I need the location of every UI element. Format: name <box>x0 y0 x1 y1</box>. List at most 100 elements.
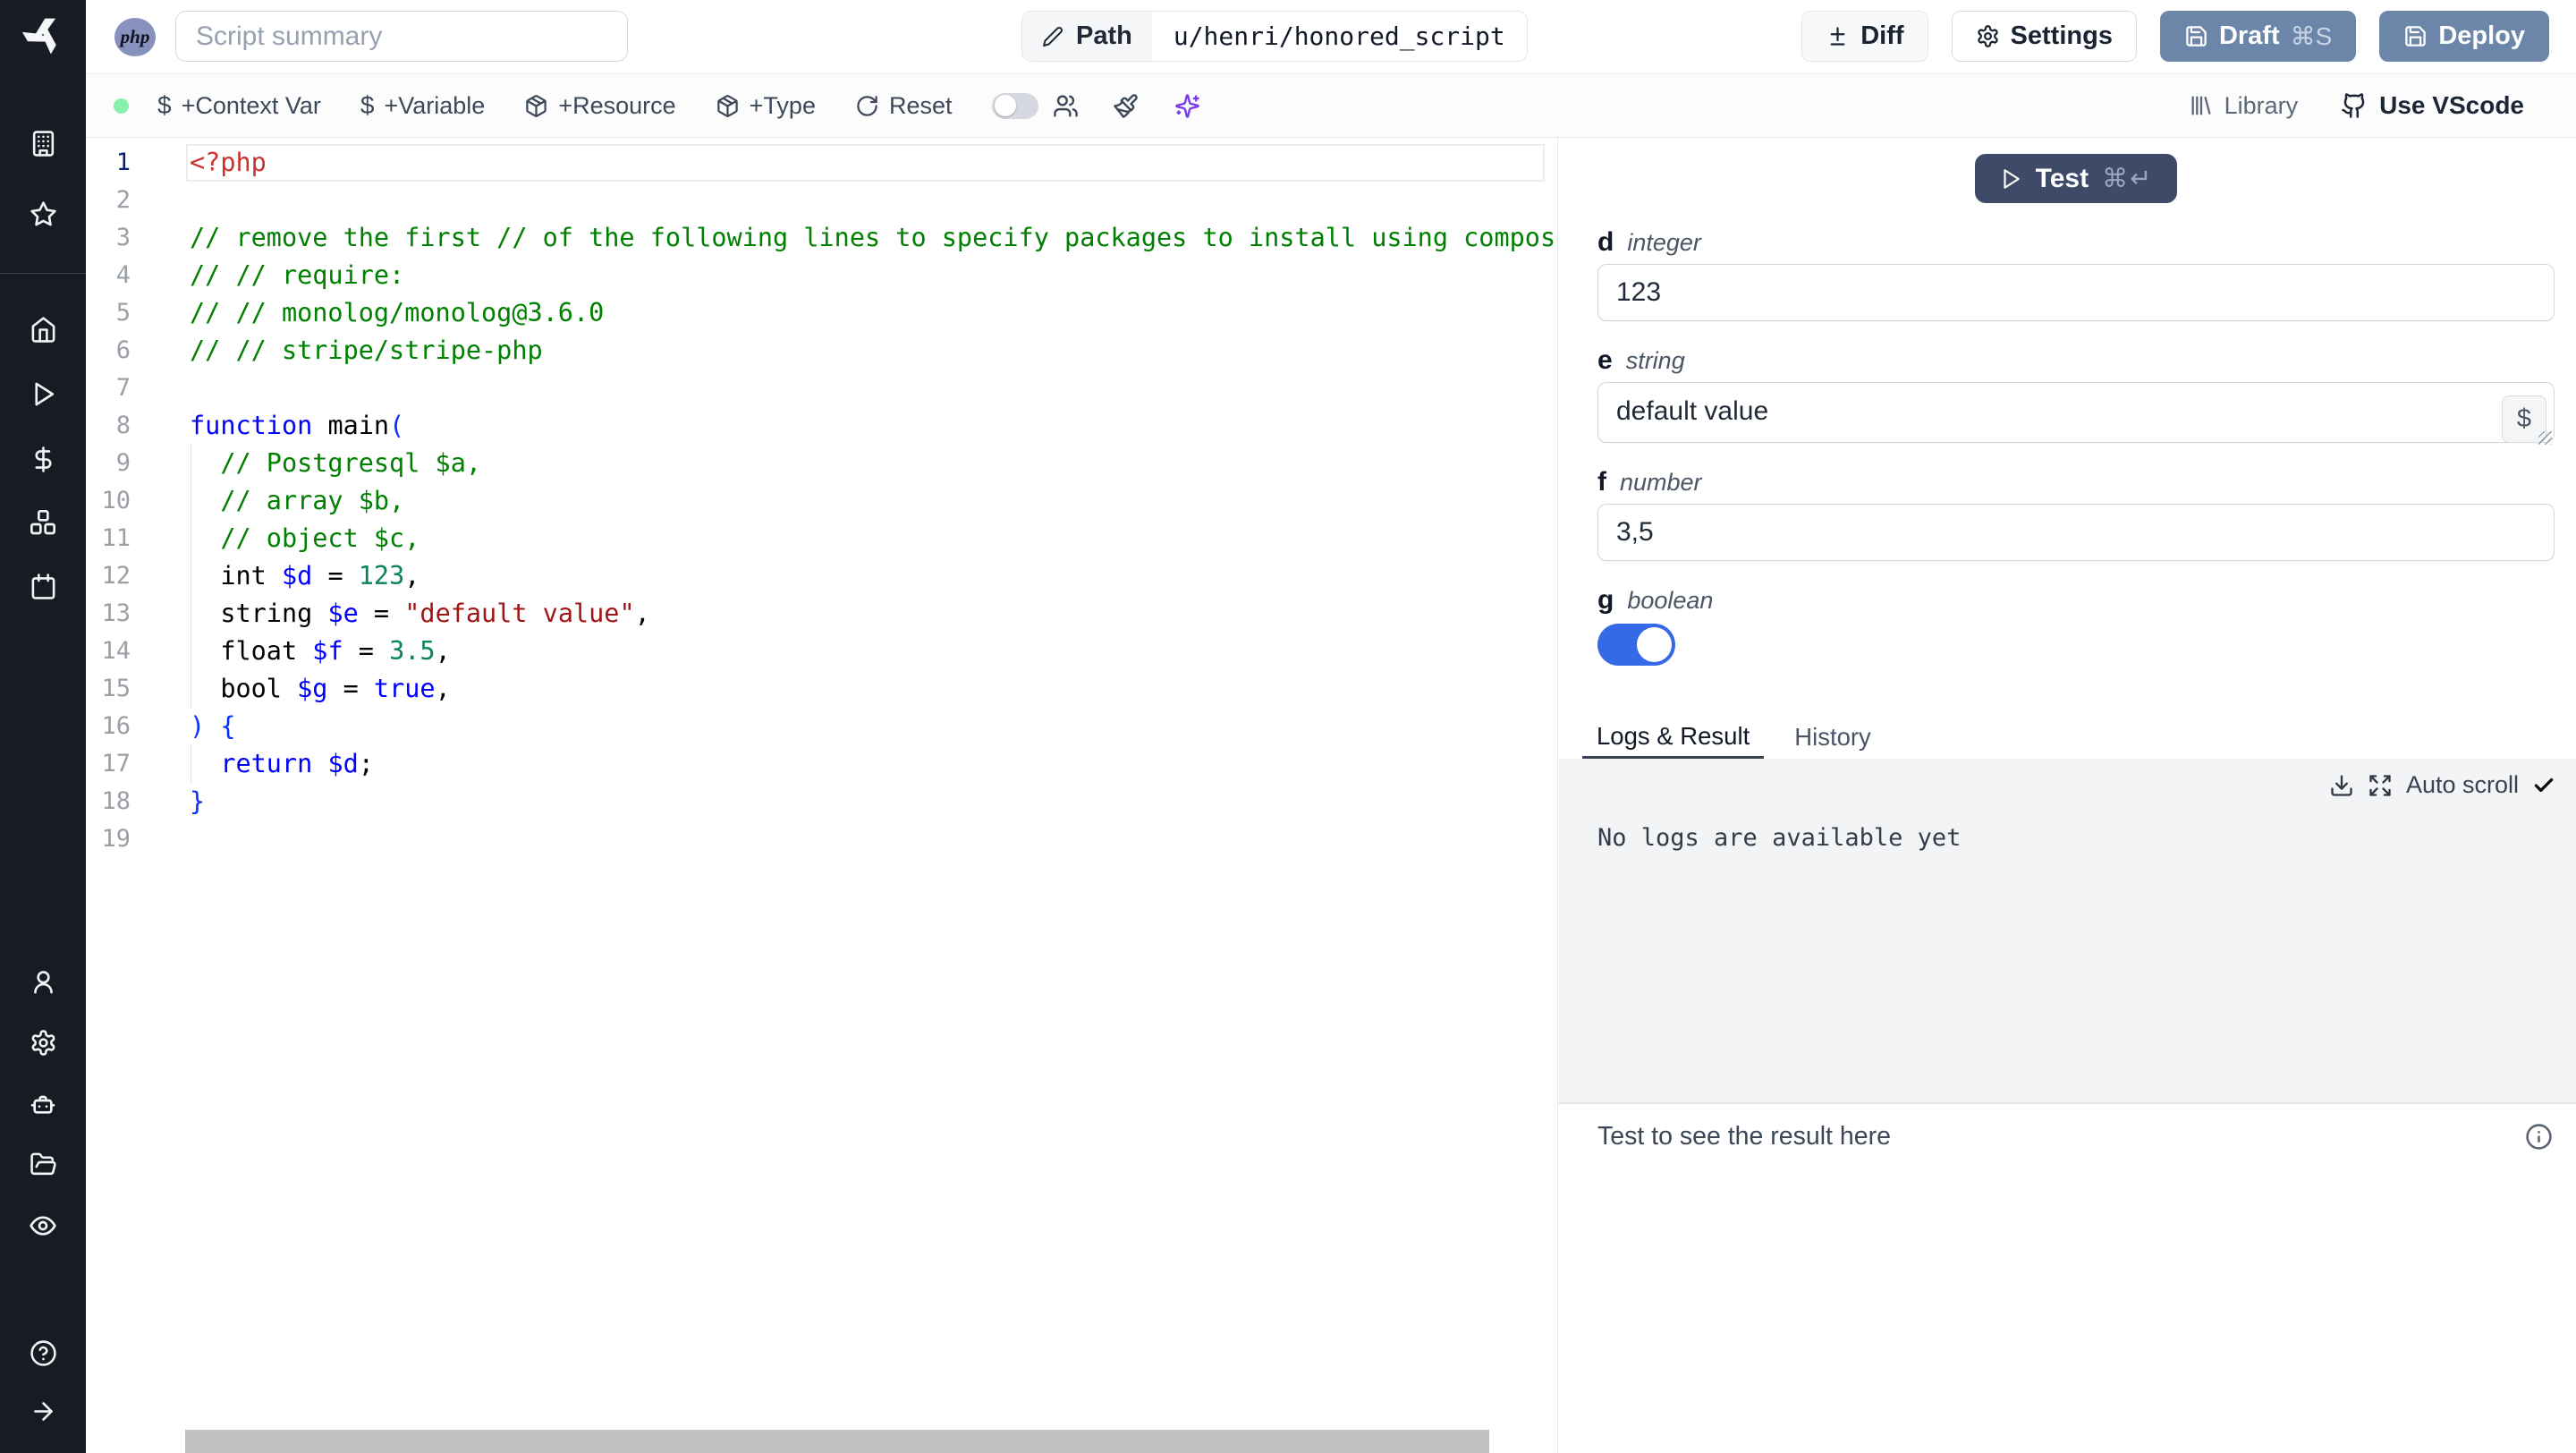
ai-sparkles-icon[interactable] <box>1174 93 1200 119</box>
users-icon[interactable] <box>1053 93 1079 119</box>
dollar-icon: $ <box>157 91 172 119</box>
field-input-f[interactable] <box>1597 504 2555 561</box>
field-input-d[interactable] <box>1597 264 2555 321</box>
editor-toolbar: $ +Context Var $ +Variable +Resource +Ty… <box>86 73 2576 138</box>
app-sidebar <box>0 0 86 1453</box>
add-context-var-label: +Context Var <box>181 91 321 119</box>
auto-scroll-checkbox[interactable] <box>2532 774 2555 797</box>
line-number: 13 <box>101 599 131 627</box>
bot-icon[interactable] <box>0 1090 86 1118</box>
field-input-e[interactable] <box>1597 382 2555 443</box>
resources-boxes-icon[interactable] <box>0 508 86 537</box>
tab-logs-result[interactable]: Logs & Result <box>1582 716 1765 759</box>
code-line[interactable]: 15 bool $g = true, <box>86 670 1557 708</box>
code-line[interactable]: 10 // array $b, <box>86 482 1557 520</box>
add-type-label: +Type <box>749 91 816 119</box>
building-icon[interactable] <box>0 130 86 157</box>
code-line[interactable]: 2 <box>86 182 1557 219</box>
tab-history[interactable]: History <box>1780 716 1885 759</box>
code-line[interactable]: 17 return $d; <box>86 745 1557 783</box>
settings-gear-icon[interactable] <box>0 1029 86 1057</box>
settings-label: Settings <box>2010 21 2113 50</box>
textarea-resize-grip[interactable] <box>2538 431 2552 445</box>
user-icon[interactable] <box>0 968 86 996</box>
language-status-dot <box>114 98 129 114</box>
folder-open-icon[interactable] <box>0 1151 86 1178</box>
line-number: 5 <box>115 299 131 327</box>
use-vscode-button[interactable]: Use VScode <box>2341 91 2524 120</box>
rotate-reset-icon <box>855 94 879 118</box>
field-toggle-g[interactable] <box>1597 624 1675 666</box>
code-line[interactable]: 5// // monolog/monolog@3.6.0 <box>86 294 1557 332</box>
star-icon[interactable] <box>0 200 86 228</box>
horizontal-scrollbar[interactable] <box>185 1430 1489 1453</box>
code-line[interactable]: 6// // stripe/stripe-php <box>86 332 1557 370</box>
draft-button[interactable]: Draft ⌘S <box>2159 11 2357 62</box>
reset-button[interactable]: Reset <box>855 92 953 120</box>
package-icon <box>524 94 548 118</box>
line-number: 16 <box>101 712 131 740</box>
variables-dollar-icon[interactable] <box>0 446 86 473</box>
code-line[interactable]: 16) { <box>86 708 1557 745</box>
library-books-icon <box>2189 93 2214 118</box>
field-label-e: e string <box>1597 345 1685 375</box>
runner-panel: Test ⌘↵ d integer e string $ f number g … <box>1559 138 2576 1453</box>
save-icon <box>2403 24 2428 48</box>
code-line[interactable]: 7 <box>86 370 1557 407</box>
logs-panel: Auto scroll No logs are available yet <box>1559 759 2576 1102</box>
diff-label: Diff <box>1860 21 1904 50</box>
code-line[interactable]: 14 float $f = 3.5, <box>86 633 1557 670</box>
code-line[interactable]: 8 function main( <box>86 407 1557 445</box>
deploy-button[interactable]: Deploy <box>2379 11 2549 62</box>
format-brush-icon[interactable] <box>1113 93 1139 119</box>
help-icon[interactable] <box>0 1339 86 1367</box>
windmill-logo-icon[interactable] <box>0 14 86 55</box>
add-variable-label: +Variable <box>384 91 486 119</box>
line-number: 12 <box>101 562 131 590</box>
line-number: 2 <box>115 186 131 214</box>
library-button[interactable]: Library <box>2189 92 2298 120</box>
github-octocat-icon <box>2341 92 2368 119</box>
add-resource-button[interactable]: +Resource <box>524 92 676 120</box>
package-icon <box>716 94 740 118</box>
expand-sidebar-arrow-icon[interactable] <box>0 1398 86 1425</box>
schedules-calendar-icon[interactable] <box>0 573 86 600</box>
diff-button[interactable]: Diff <box>1801 11 1928 62</box>
test-label: Test <box>2035 163 2089 193</box>
download-logs-icon[interactable] <box>2329 773 2354 798</box>
line-number: 9 <box>115 449 131 477</box>
code-editor[interactable]: 1 <?php 2 3// remove the first // of the fo… <box>86 138 1558 1453</box>
code-line[interactable]: 9 // Postgresql $a, <box>86 445 1557 482</box>
code-line[interactable]: 1 <?php <box>86 144 1557 182</box>
line-number: 18 <box>101 787 131 815</box>
line-number: 3 <box>115 224 131 251</box>
use-vscode-label: Use VScode <box>2379 91 2524 119</box>
pencil-icon <box>1042 26 1063 47</box>
add-variable-button[interactable]: $ +Variable <box>360 91 485 120</box>
script-path[interactable]: Path u/henri/honored_script <box>1021 11 1528 62</box>
code-line[interactable]: 4// // require: <box>86 257 1557 294</box>
code-line[interactable]: 11 // object $c, <box>86 520 1557 557</box>
eye-icon[interactable] <box>0 1211 86 1240</box>
line-number: 19 <box>101 825 131 853</box>
add-context-var-button[interactable]: $ +Context Var <box>157 91 321 120</box>
line-number: 11 <box>101 524 131 552</box>
collab-toggle[interactable] <box>991 92 1038 119</box>
test-button[interactable]: Test ⌘↵ <box>1974 154 2178 203</box>
settings-button[interactable]: Settings <box>1951 11 2137 62</box>
deploy-label: Deploy <box>2438 21 2525 50</box>
play-runs-icon[interactable] <box>0 380 86 408</box>
path-label: Path <box>1076 21 1132 50</box>
expand-logs-icon[interactable] <box>2368 773 2393 798</box>
line-number: 4 <box>115 261 131 289</box>
code-line[interactable]: 19 <box>86 820 1557 858</box>
code-line[interactable]: 18} <box>86 783 1557 820</box>
add-type-button[interactable]: +Type <box>716 92 816 120</box>
code-line[interactable]: 13 string $e = "default value", <box>86 595 1557 633</box>
home-icon[interactable] <box>0 316 86 344</box>
info-icon[interactable] <box>2525 1123 2553 1151</box>
code-line[interactable]: 3// remove the first // of the following… <box>86 219 1557 257</box>
code-line[interactable]: 12 int $d = 123, <box>86 557 1557 595</box>
script-summary-input[interactable] <box>175 11 628 62</box>
line-number: 10 <box>101 487 131 514</box>
